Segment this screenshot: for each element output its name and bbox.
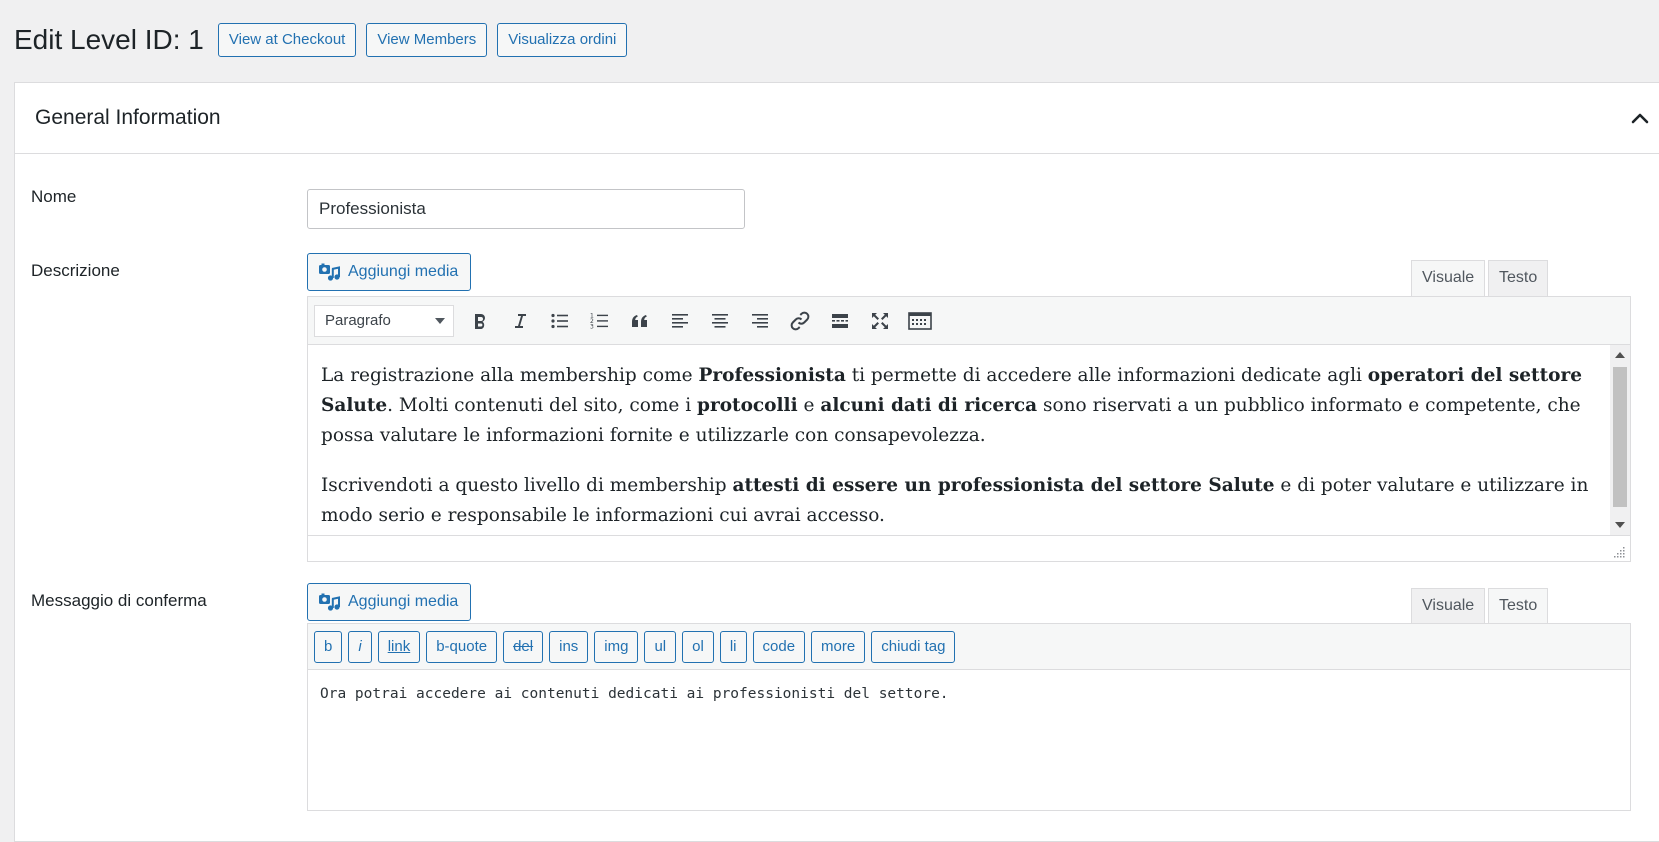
confirmation-add-media-label: Aggiungi media <box>348 593 459 610</box>
chevron-down-icon <box>435 317 445 324</box>
name-label: Nome <box>31 187 77 206</box>
description-add-media-label: Aggiungi media <box>348 263 459 280</box>
panel-title: General Information <box>35 106 221 129</box>
scrollbar-thumb[interactable] <box>1613 367 1627 507</box>
page-header: Edit Level ID: 1 View at Checkout View M… <box>14 22 628 58</box>
qt-ol-button[interactable]: ol <box>682 630 714 663</box>
description-label: Descrizione <box>31 261 120 280</box>
align-left-icon[interactable] <box>662 304 698 338</box>
qt-link-button[interactable]: link <box>377 630 421 663</box>
name-input[interactable] <box>307 189 745 229</box>
scroll-up-icon[interactable] <box>1615 352 1625 358</box>
align-center-icon[interactable] <box>702 304 738 338</box>
qt-blockquote-button[interactable]: b-quote <box>426 630 498 663</box>
toolbar-toggle-icon[interactable] <box>902 304 938 338</box>
description-paragraph-1: La registrazione alla membership come Pr… <box>321 361 1594 451</box>
numbered-list-icon[interactable]: 123 <box>582 304 618 338</box>
general-information-panel: General Information Nome Descrizione Agg… <box>14 82 1659 842</box>
text-run: e <box>797 395 821 416</box>
qt-italic-button[interactable]: i <box>348 630 372 663</box>
text-run: Iscrivendoti a questo livello di members… <box>321 475 733 496</box>
visual-editor-toolbar: Paragrafo 123 <box>308 297 1630 345</box>
qt-bold-button[interactable]: b <box>314 630 343 663</box>
description-paragraph-2: Iscrivendoti a questo livello di members… <box>321 471 1594 531</box>
confirmation-tab-visual[interactable]: Visuale <box>1411 588 1486 624</box>
svg-text:3: 3 <box>590 323 594 330</box>
page-title: Edit Level ID: 1 <box>14 24 204 55</box>
text-run: . Molti contenuti del sito, come i <box>387 395 698 416</box>
qt-more-button[interactable]: more <box>811 630 866 663</box>
add-media-icon <box>319 593 340 611</box>
format-select-value: Paragrafo <box>325 312 391 329</box>
confirmation-add-media-button[interactable]: Aggiungi media <box>307 583 471 621</box>
view-orders-button[interactable]: Visualizza ordini <box>497 23 628 57</box>
align-right-icon[interactable] <box>742 304 778 338</box>
format-select[interactable]: Paragrafo <box>314 304 454 337</box>
italic-icon[interactable] <box>502 304 538 338</box>
qt-li-button[interactable]: li <box>719 630 747 663</box>
view-at-checkout-button[interactable]: View at Checkout <box>217 23 357 57</box>
bold-text-run: attesti di essere un professionista del … <box>732 475 1275 496</box>
panel-header: General Information <box>15 83 1659 154</box>
text-run: La registrazione alla membership come <box>321 365 699 386</box>
editor-status-bar <box>308 535 1630 561</box>
editor-scrollbar[interactable] <box>1610 345 1630 535</box>
scroll-down-icon[interactable] <box>1615 522 1625 528</box>
qt-del-button[interactable]: del <box>503 630 544 663</box>
qt-ul-button[interactable]: ul <box>644 630 677 663</box>
description-editor: Paragrafo 123 La registrazione alla memb… <box>307 296 1631 562</box>
fullscreen-icon[interactable] <box>862 304 898 338</box>
bold-text-run: Professionista <box>698 365 846 386</box>
blockquote-icon[interactable] <box>622 304 658 338</box>
description-tab-visual[interactable]: Visuale <box>1411 260 1486 296</box>
bold-text-run: protocolli <box>697 395 798 416</box>
view-members-button[interactable]: View Members <box>366 23 488 57</box>
confirmation-label: Messaggio di conferma <box>31 591 207 610</box>
description-tab-text[interactable]: Testo <box>1488 260 1549 296</box>
qt-code-button[interactable]: code <box>752 630 806 663</box>
quicktags-toolbar: b i link b-quote del ins img ul ol li co… <box>308 624 1630 670</box>
chevron-up-icon[interactable] <box>1629 107 1651 129</box>
confirmation-tab-text[interactable]: Testo <box>1488 588 1549 624</box>
read-more-icon[interactable] <box>822 304 858 338</box>
confirmation-textarea[interactable]: Ora potrai accedere ai contenuti dedicat… <box>308 670 1630 810</box>
bold-icon[interactable] <box>462 304 498 338</box>
description-content[interactable]: La registrazione alla membership come Pr… <box>308 345 1630 535</box>
resize-handle-icon[interactable] <box>1614 546 1626 558</box>
qt-img-button[interactable]: img <box>594 630 639 663</box>
confirmation-editor: b i link b-quote del ins img ul ol li co… <box>307 623 1631 811</box>
link-icon[interactable] <box>782 304 818 338</box>
description-add-media-button[interactable]: Aggiungi media <box>307 253 471 291</box>
qt-ins-button[interactable]: ins <box>549 630 589 663</box>
add-media-icon <box>319 263 340 281</box>
bulleted-list-icon[interactable] <box>542 304 578 338</box>
bold-text-run: alcuni dati di ricerca <box>820 395 1038 416</box>
qt-close-tags-button[interactable]: chiudi tag <box>871 630 956 663</box>
text-run: ti permette di accedere alle informazion… <box>845 365 1368 386</box>
